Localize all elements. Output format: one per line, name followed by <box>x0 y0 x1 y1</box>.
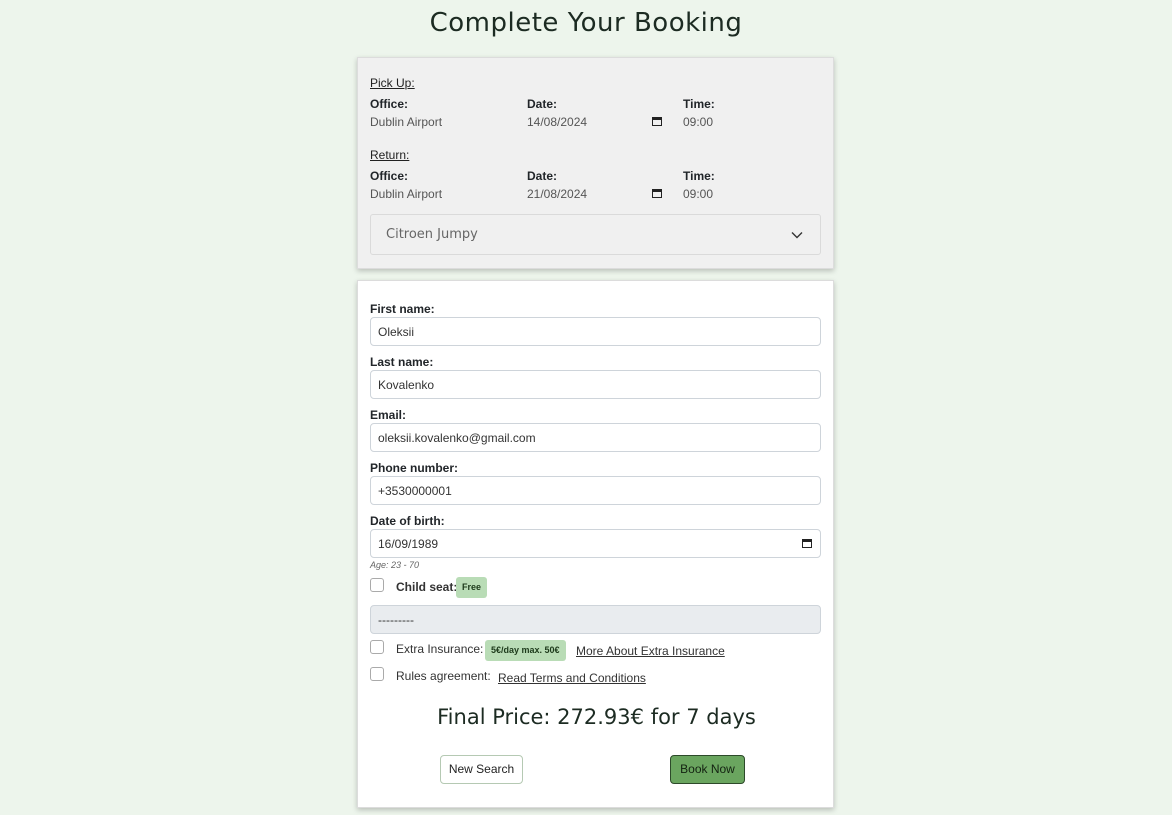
terms-link[interactable]: Read Terms and Conditions <box>498 671 646 685</box>
phone-input[interactable]: +3530000001 <box>370 476 821 505</box>
return-date-value[interactable]: 21/08/2024 <box>527 187 587 201</box>
book-now-button[interactable]: Book Now <box>670 755 745 784</box>
age-hint: Age: 23 - 70 <box>370 560 420 570</box>
pickup-office-value: Dublin Airport <box>370 115 443 129</box>
first-name-value: Oleksii <box>378 325 415 339</box>
return-office-value: Dublin Airport <box>370 187 443 201</box>
chevron-down-icon[interactable] <box>790 228 804 242</box>
return-time-label: Time: <box>683 169 715 183</box>
extra-insurance-badge: 5€/day max. 50€ <box>485 640 566 661</box>
pickup-time-label: Time: <box>683 97 715 111</box>
booking-form-card: First name: Oleksii Last name: Kovalenko… <box>357 280 834 808</box>
child-seat-checkbox[interactable] <box>370 578 384 592</box>
last-name-label: Last name: <box>370 355 434 369</box>
rules-checkbox[interactable] <box>370 667 384 681</box>
first-name-label: First name: <box>370 302 435 316</box>
new-search-button[interactable]: New Search <box>440 755 523 784</box>
pickup-time-value: 09:00 <box>683 115 714 129</box>
email-label: Email: <box>370 408 407 422</box>
pickup-date-label: Date: <box>527 97 558 111</box>
last-name-value: Kovalenko <box>378 378 435 392</box>
dob-value: 16/09/1989 <box>378 537 439 551</box>
phone-label: Phone number: <box>370 461 459 475</box>
child-seat-select-value: --------- <box>378 613 414 627</box>
first-name-input[interactable]: Oleksii <box>370 317 821 346</box>
extra-insurance-checkbox[interactable] <box>370 640 384 654</box>
booking-summary-card: Pick Up: Office: Dublin Airport Date: 14… <box>357 57 834 269</box>
dob-label: Date of birth: <box>370 514 445 528</box>
email-value: oleksii.kovalenko@gmail.com <box>378 431 536 445</box>
pickup-office-label: Office: <box>370 97 409 111</box>
page-title: Complete Your Booking <box>429 8 743 38</box>
child-seat-select[interactable]: --------- <box>370 605 821 634</box>
calendar-icon[interactable] <box>652 116 662 126</box>
phone-value: +3530000001 <box>378 484 452 498</box>
extra-insurance-link[interactable]: More About Extra Insurance <box>576 644 725 658</box>
return-time-value: 09:00 <box>683 187 714 201</box>
dob-input[interactable]: 16/09/1989 <box>370 529 821 558</box>
return-section-title: Return: <box>370 148 410 162</box>
pickup-section-title: Pick Up: <box>370 76 415 90</box>
child-seat-label: Child seat: <box>396 580 458 594</box>
vehicle-accordion[interactable]: Citroen Jumpy <box>370 214 821 255</box>
extra-insurance-label: Extra Insurance: <box>396 642 484 656</box>
calendar-icon[interactable] <box>802 538 812 548</box>
rules-label: Rules agreement: <box>396 669 491 683</box>
vehicle-name: Citroen Jumpy <box>386 227 478 242</box>
return-date-label: Date: <box>527 169 558 183</box>
pickup-date-value[interactable]: 14/08/2024 <box>527 115 587 129</box>
email-input[interactable]: oleksii.kovalenko@gmail.com <box>370 423 821 452</box>
last-name-input[interactable]: Kovalenko <box>370 370 821 399</box>
return-office-label: Office: <box>370 169 409 183</box>
calendar-icon[interactable] <box>652 188 662 198</box>
child-seat-badge: Free <box>456 577 488 598</box>
final-price: Final Price: 272.93€ for 7 days <box>437 705 756 729</box>
